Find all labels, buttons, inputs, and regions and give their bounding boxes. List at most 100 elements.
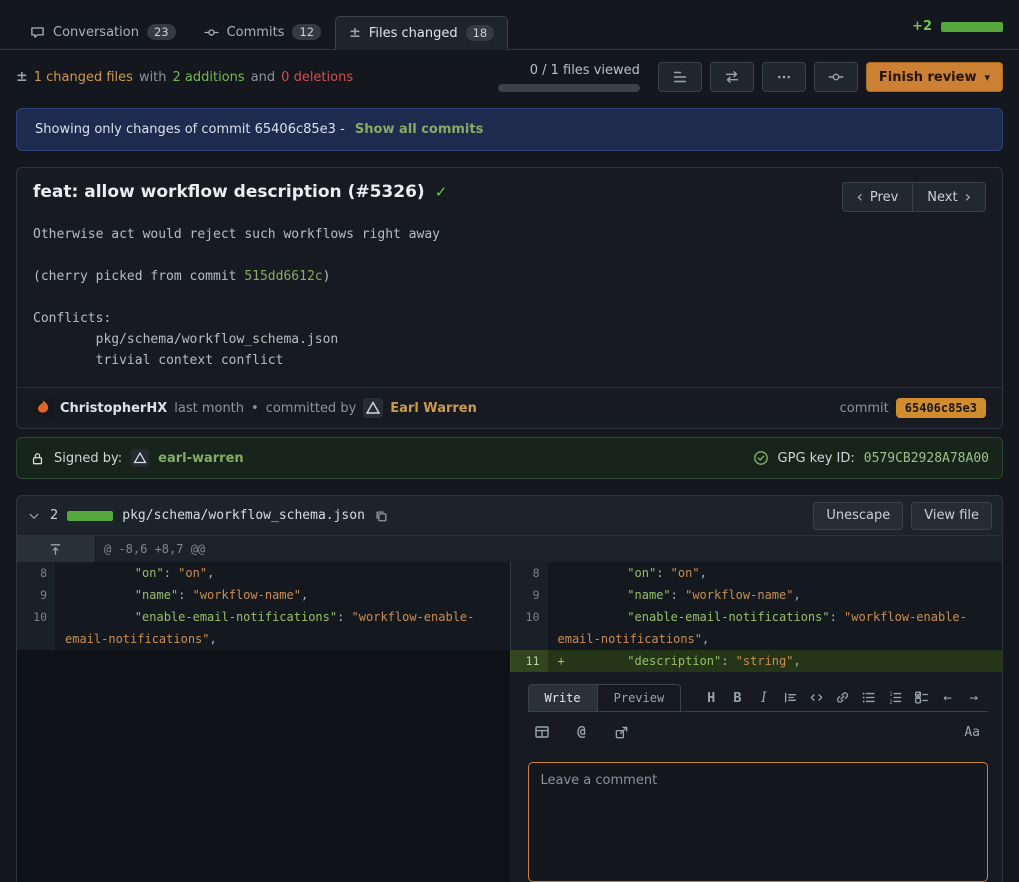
quote-icon (783, 690, 798, 705)
link-button[interactable] (831, 686, 855, 710)
code-punct: : (656, 566, 670, 580)
format-toolbar: H B I 12 ← → (699, 686, 988, 710)
avatar-committer[interactable] (363, 398, 383, 418)
tab-label: Commits (227, 25, 285, 40)
json-key: "on" (627, 566, 656, 580)
summary-text: and (251, 70, 275, 85)
prev-commit-button[interactable]: ‹ Prev (842, 182, 914, 212)
code-indent (77, 566, 135, 580)
bold-button[interactable]: B (725, 686, 749, 710)
mention-button[interactable]: @ (570, 720, 594, 744)
commit-author-row: ChristopherHX last month • committed by … (17, 387, 1002, 428)
diff-code-new: "enable-email-notifications": "workflow-… (548, 606, 1003, 650)
line-number-new[interactable]: 8 (510, 562, 548, 584)
code-button[interactable] (804, 686, 828, 710)
ordered-list-button[interactable]: 12 (883, 686, 907, 710)
quote-button[interactable] (778, 686, 802, 710)
finish-review-button[interactable]: Finish review ▾ (866, 62, 1003, 92)
commit-diff-button[interactable] (814, 62, 858, 92)
toggle-file-tree-button[interactable] (658, 62, 702, 92)
committed-by-label: committed by (266, 401, 357, 416)
diff-summary-bar: ± 1 changed files with 2 additions and 0… (0, 50, 1019, 102)
copy-path-icon[interactable] (374, 509, 388, 523)
chevron-down-icon[interactable] (27, 509, 41, 523)
unescape-button[interactable]: Unescape (813, 502, 903, 530)
editor-header: Write Preview H B I 12 (528, 684, 989, 712)
tab-files-changed[interactable]: ± Files changed 18 (335, 16, 508, 50)
inline-comment-cell: Write Preview H B I 12 (510, 672, 1003, 882)
reference-button[interactable] (610, 720, 634, 744)
diff-code-old: "on": "on", (55, 562, 510, 584)
diff-code-old: "enable-email-notifications": "workflow-… (55, 606, 510, 650)
diff-code-new: "name": "workflow-name", (548, 584, 1003, 606)
code-punct: : (721, 654, 735, 668)
hunk-header: @ -8,6 +8,7 @@ (94, 536, 1002, 562)
json-key: "name" (135, 588, 178, 602)
author-name-link[interactable]: ChristopherHX (60, 401, 167, 416)
line-number-new[interactable]: 9 (510, 584, 548, 606)
cherry-pick-sha-link[interactable]: 515dd6612c (244, 269, 322, 284)
line-number-new[interactable]: 11 (510, 650, 548, 672)
code-indent (570, 566, 628, 580)
comment-textarea[interactable] (528, 762, 989, 882)
chevron-left-icon: ‹ (857, 189, 863, 205)
avatar-author[interactable] (33, 398, 53, 418)
commit-sha-badge[interactable]: 65406c85e3 (896, 398, 986, 418)
tab-commits[interactable]: Commits 12 (190, 15, 335, 49)
commit-filter-banner: Showing only changes of commit 65406c85e… (16, 108, 1003, 151)
commit-message-blank (33, 245, 986, 266)
banner-message: Showing only changes of commit 65406c85e… (35, 122, 345, 137)
json-key: "description" (627, 654, 721, 668)
editor-toolbar-secondary: @ Aa (528, 712, 989, 752)
diff-icon: ± (349, 26, 361, 40)
commit-word-label: commit (840, 401, 889, 416)
empty-gutter (17, 650, 55, 672)
unordered-list-button[interactable] (857, 686, 881, 710)
indent-button[interactable]: → (962, 686, 986, 710)
swap-diff-style-button[interactable] (710, 62, 754, 92)
files-viewed: 0 / 1 files viewed (498, 63, 640, 92)
code-indent (570, 588, 628, 602)
diff-toolbar: 0 / 1 files viewed Finish review ▾ (498, 62, 1003, 92)
preview-tab[interactable]: Preview (597, 685, 681, 711)
ellipsis-icon (776, 69, 792, 85)
gpg-key-value: 0579CB2928A78A00 (864, 451, 989, 466)
italic-button[interactable]: I (752, 686, 776, 710)
line-number-old[interactable]: 8 (17, 562, 55, 584)
diff-icon: ± (16, 70, 28, 84)
heading-button[interactable]: H (699, 686, 723, 710)
line-number-new[interactable]: 10 (510, 606, 548, 650)
signer-name-link[interactable]: earl-warren (158, 451, 244, 466)
additions-label: 2 additions (173, 70, 245, 85)
hunk-header-row: @ -8,6 +8,7 @@ (17, 536, 1002, 562)
committer-name-link[interactable]: Earl Warren (390, 401, 477, 416)
dot-separator: • (251, 401, 259, 416)
chevron-down-icon: ▾ (984, 72, 990, 83)
avatar-signer[interactable] (131, 449, 149, 467)
tab-conversation[interactable]: Conversation 23 (16, 15, 190, 49)
show-all-commits-link[interactable]: Show all commits (355, 122, 483, 137)
empty-code-cell (55, 650, 510, 672)
signed-by-label: Signed by: (54, 451, 122, 466)
task-list-button[interactable] (909, 686, 933, 710)
expand-hunk-button[interactable] (17, 536, 94, 562)
next-commit-button[interactable]: Next › (912, 182, 986, 212)
files-viewed-progress (498, 84, 640, 92)
write-tab[interactable]: Write (529, 685, 597, 711)
line-number-old[interactable]: 10 (17, 606, 55, 650)
commit-message-line: (cherry picked from commit 515dd6612c) (33, 266, 986, 287)
swap-arrows-icon (724, 69, 740, 85)
code-punct: , (301, 588, 308, 602)
diff-code-old: "name": "workflow-name", (55, 584, 510, 606)
line-number-old[interactable]: 9 (17, 584, 55, 606)
monospace-toggle-button[interactable]: Aa (958, 724, 986, 741)
view-file-button[interactable]: View file (911, 502, 992, 530)
outdent-button[interactable]: ← (936, 686, 960, 710)
json-value: "on" (178, 566, 207, 580)
task-list-icon (914, 690, 929, 705)
tab-label: Conversation (53, 25, 139, 40)
commit-title-row: feat: allow workflow description (#5326)… (17, 168, 1002, 214)
diff-options-button[interactable] (762, 62, 806, 92)
table-button[interactable] (530, 720, 554, 744)
code-punct: , (702, 632, 709, 646)
